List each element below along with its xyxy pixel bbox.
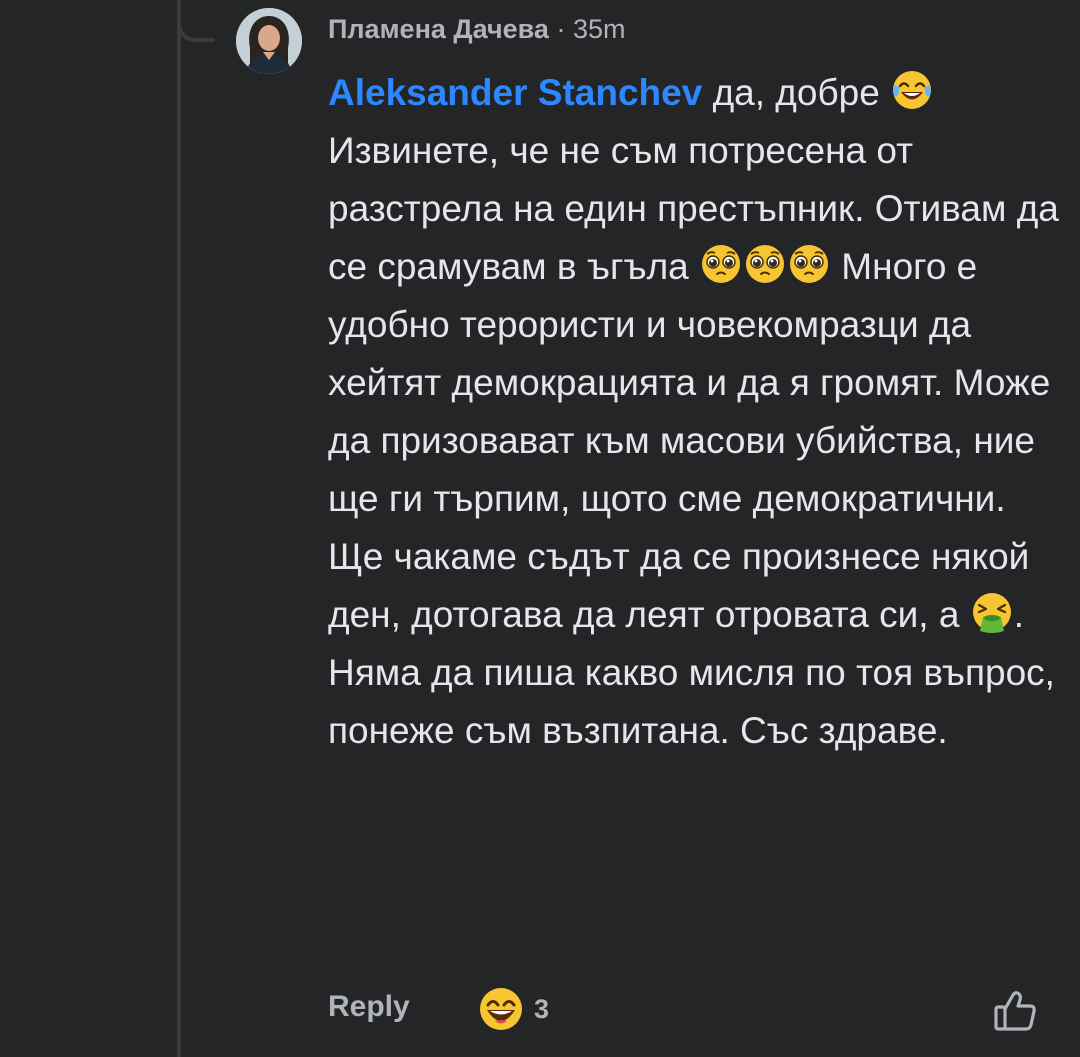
pleading-face-icon [744,243,786,285]
thumbs-up-outline-icon[interactable] [992,988,1038,1034]
pleading-face-icon [788,243,830,285]
mention-link[interactable]: Aleksander Stanchev [328,72,702,113]
comment-header: Пламена Дачева · 35m [328,12,625,46]
thread-connector [177,0,215,42]
pleading-face-icon [700,243,742,285]
comment-text-part: да, добре [702,72,891,113]
author-name[interactable]: Пламена Дачева [328,14,549,44]
reaction-count: 3 [534,993,550,1024]
reply-button[interactable]: Reply [328,990,410,1024]
comment-text-part: Много е удобно терористи и човекомразци … [328,246,1051,635]
reaction-summary[interactable]: 3 [478,985,549,1033]
grinning-face-icon [478,986,524,1032]
timestamp[interactable]: 35m [573,14,626,44]
separator-dot: · [556,14,566,44]
comment-footer: Reply 3 [328,980,1038,1036]
face-with-tears-of-joy-icon [891,69,933,111]
thread-line [177,0,181,1057]
comment-body: Aleksander Stanchev да, добре Извинете, … [328,64,1068,760]
face-vomiting-icon [971,591,1013,633]
avatar[interactable] [236,8,302,74]
